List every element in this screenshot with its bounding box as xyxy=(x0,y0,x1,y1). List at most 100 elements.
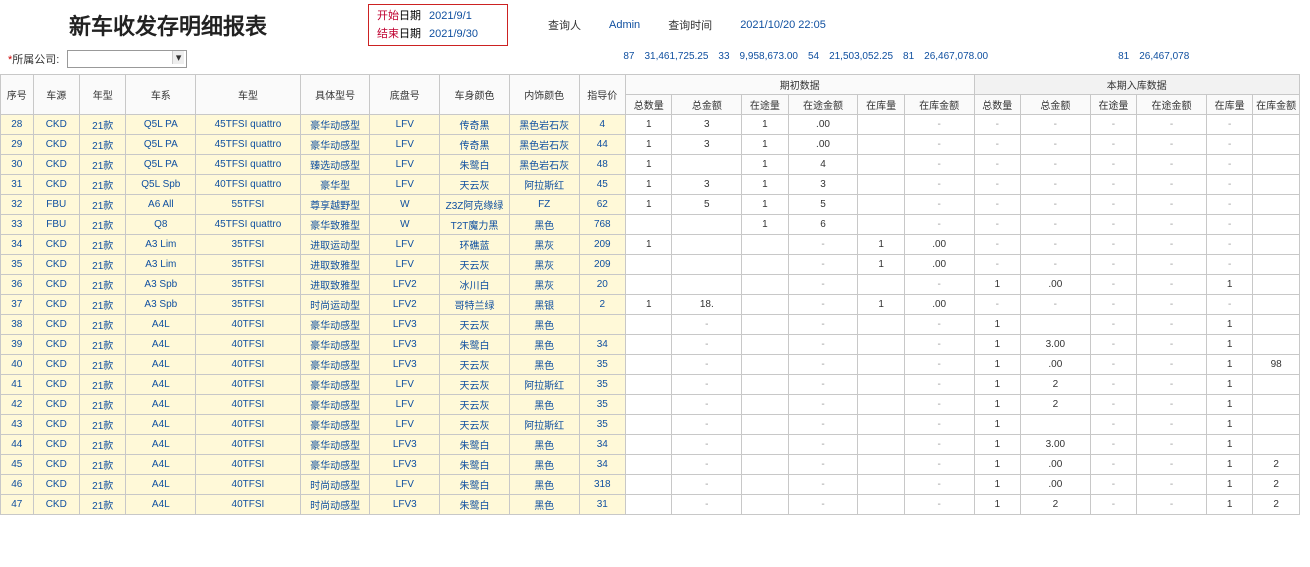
table-row[interactable]: 44CKD21款A4L40TFSI豪华动感型LFV3朱鹭白黑色34---13.0… xyxy=(1,435,1300,455)
cell-src: CKD xyxy=(33,355,79,375)
cell-e5: 1 xyxy=(1206,355,1252,375)
cell-mdl: 35TFSI xyxy=(196,295,301,315)
table-row[interactable]: 47CKD21款A4L40TFSI时尚动感型LFV3朱鹭白黑色31---12--… xyxy=(1,495,1300,515)
col-d2[interactable]: 总金额 xyxy=(672,95,742,115)
table-row[interactable]: 45CKD21款A4L40TFSI豪华动感型LFV3朱鹭白黑色34---1.00… xyxy=(1,455,1300,475)
cell-n: 41 xyxy=(1,375,34,395)
col-e6[interactable]: 在库金额 xyxy=(1253,95,1300,115)
query-time-value: 2021/10/20 22:05 xyxy=(740,19,826,31)
table-row[interactable]: 41CKD21款A4L40TFSI豪华动感型LFV天云灰阿拉斯红35---12-… xyxy=(1,375,1300,395)
cell-d4: - xyxy=(788,455,858,475)
cell-d6: - xyxy=(904,415,974,435)
cell-spec: 时尚运动型 xyxy=(300,295,370,315)
cell-mdl: 40TFSI xyxy=(196,355,301,375)
col-e4[interactable]: 在途金额 xyxy=(1137,95,1207,115)
cell-d2: 3 xyxy=(672,135,742,155)
cell-yr: 21款 xyxy=(80,275,126,295)
table-row[interactable]: 39CKD21款A4L40TFSI豪华动感型LFV3朱鹭白黑色34---13.0… xyxy=(1,335,1300,355)
col-d1[interactable]: 总数量 xyxy=(626,95,672,115)
col-src[interactable]: 车源 xyxy=(33,75,79,115)
col-e2[interactable]: 总金额 xyxy=(1021,95,1091,115)
cell-yr: 21款 xyxy=(80,475,126,495)
cell-body: 天云灰 xyxy=(440,415,510,435)
detail-table: 序号 车源 年型 车系 车型 具体型号 底盘号 车身颜色 内饰颜色 指导价 期初… xyxy=(0,74,1300,515)
cell-price: 35 xyxy=(579,395,625,415)
cell-e6 xyxy=(1253,195,1300,215)
end-date-label: 结束日期 xyxy=(377,25,421,43)
cell-d6: - xyxy=(904,435,974,455)
table-row[interactable]: 30CKD21款Q5L PA45TFSI quattro臻选动感型LFV朱鹭白黑… xyxy=(1,155,1300,175)
cell-vin: LFV xyxy=(370,235,440,255)
company-select[interactable] xyxy=(67,50,187,68)
cell-yr: 21款 xyxy=(80,415,126,435)
table-row[interactable]: 34CKD21款A3 Lim35TFSI进取运动型LFV环礁蓝黑灰2091-1.… xyxy=(1,235,1300,255)
cell-yr: 21款 xyxy=(80,375,126,395)
table-row[interactable]: 43CKD21款A4L40TFSI豪华动感型LFV天云灰阿拉斯红35---1--… xyxy=(1,415,1300,435)
cell-d5: 1 xyxy=(858,255,904,275)
cell-d6: - xyxy=(904,375,974,395)
col-int[interactable]: 内饰颜色 xyxy=(509,75,579,115)
cell-e5: - xyxy=(1206,135,1252,155)
col-d4[interactable]: 在途金额 xyxy=(788,95,858,115)
cell-price: 45 xyxy=(579,175,625,195)
col-e3[interactable]: 在途量 xyxy=(1090,95,1136,115)
cell-n: 33 xyxy=(1,215,34,235)
cell-d1 xyxy=(626,395,672,415)
cell-vin: LFV xyxy=(370,375,440,395)
table-row[interactable]: 42CKD21款A4L40TFSI豪华动感型LFV天云灰黑色35---12--1 xyxy=(1,395,1300,415)
cell-e5: - xyxy=(1206,235,1252,255)
cell-e2: - xyxy=(1021,175,1091,195)
cell-d5 xyxy=(858,375,904,395)
cell-yr: 21款 xyxy=(80,215,126,235)
col-series[interactable]: 车系 xyxy=(126,75,196,115)
table-row[interactable]: 33FBU21款Q845TFSI quattro豪华致雅型WT2T魔力黑黑色76… xyxy=(1,215,1300,235)
cell-n: 34 xyxy=(1,235,34,255)
cell-d2: 5 xyxy=(672,195,742,215)
col-year[interactable]: 年型 xyxy=(80,75,126,115)
cell-d6: .00 xyxy=(904,255,974,275)
table-row[interactable]: 38CKD21款A4L40TFSI豪华动感型LFV3天云灰黑色---1--1 xyxy=(1,315,1300,335)
table-row[interactable]: 35CKD21款A3 Lim35TFSI进取致雅型LFV天云灰黑灰209-1.0… xyxy=(1,255,1300,275)
cell-e4: - xyxy=(1137,215,1207,235)
col-e5[interactable]: 在库量 xyxy=(1206,95,1252,115)
cell-e4: - xyxy=(1137,135,1207,155)
cell-body: 朱鹭白 xyxy=(440,335,510,355)
cell-body: 朱鹭白 xyxy=(440,475,510,495)
table-row[interactable]: 40CKD21款A4L40TFSI豪华动感型LFV3天云灰黑色35---1.00… xyxy=(1,355,1300,375)
cell-vin: LFV xyxy=(370,175,440,195)
table-row[interactable]: 32FBU21款A6 All55TFSI尊享越野型WZ3Z阿克缘绿FZ62151… xyxy=(1,195,1300,215)
col-model[interactable]: 车型 xyxy=(196,75,301,115)
cell-d5 xyxy=(858,315,904,335)
table-row[interactable]: 37CKD21款A3 Spb35TFSI时尚运动型LFV2哥特兰绿黑银2118.… xyxy=(1,295,1300,315)
col-d3[interactable]: 在途量 xyxy=(742,95,788,115)
cell-d5 xyxy=(858,435,904,455)
cell-mdl: 40TFSI xyxy=(196,475,301,495)
cell-d3 xyxy=(742,455,788,475)
col-d5[interactable]: 在库量 xyxy=(858,95,904,115)
col-e1[interactable]: 总数量 xyxy=(974,95,1020,115)
cell-e1: 1 xyxy=(974,355,1020,375)
cell-d6: - xyxy=(904,475,974,495)
table-row[interactable]: 29CKD21款Q5L PA45TFSI quattro豪华动感型LFV传奇黑黑… xyxy=(1,135,1300,155)
cell-d3 xyxy=(742,275,788,295)
cell-e1: - xyxy=(974,175,1020,195)
cell-d5 xyxy=(858,155,904,175)
col-seq[interactable]: 序号 xyxy=(1,75,34,115)
cell-e5: - xyxy=(1206,215,1252,235)
table-row[interactable]: 31CKD21款Q5L Spb40TFSI quattro豪华型LFV天云灰阿拉… xyxy=(1,175,1300,195)
col-price[interactable]: 指导价 xyxy=(579,75,625,115)
table-row[interactable]: 46CKD21款A4L40TFSI时尚动感型LFV朱鹭白黑色318---1.00… xyxy=(1,475,1300,495)
cell-d2: 18. xyxy=(672,295,742,315)
cell-n: 32 xyxy=(1,195,34,215)
cell-vin: LFV xyxy=(370,415,440,435)
table-row[interactable]: 36CKD21款A3 Spb35TFSI进取致雅型LFV2冰川白黑灰20--1.… xyxy=(1,275,1300,295)
cell-e3: - xyxy=(1090,135,1136,155)
col-body[interactable]: 车身颜色 xyxy=(440,75,510,115)
col-vin[interactable]: 底盘号 xyxy=(370,75,440,115)
table-row[interactable]: 28CKD21款Q5L PA45TFSI quattro豪华动感型LFV传奇黑黑… xyxy=(1,115,1300,135)
cell-e4: - xyxy=(1137,235,1207,255)
col-spec[interactable]: 具体型号 xyxy=(300,75,370,115)
cell-vin: LFV xyxy=(370,475,440,495)
cell-d4: - xyxy=(788,415,858,435)
col-d6[interactable]: 在库金额 xyxy=(904,95,974,115)
